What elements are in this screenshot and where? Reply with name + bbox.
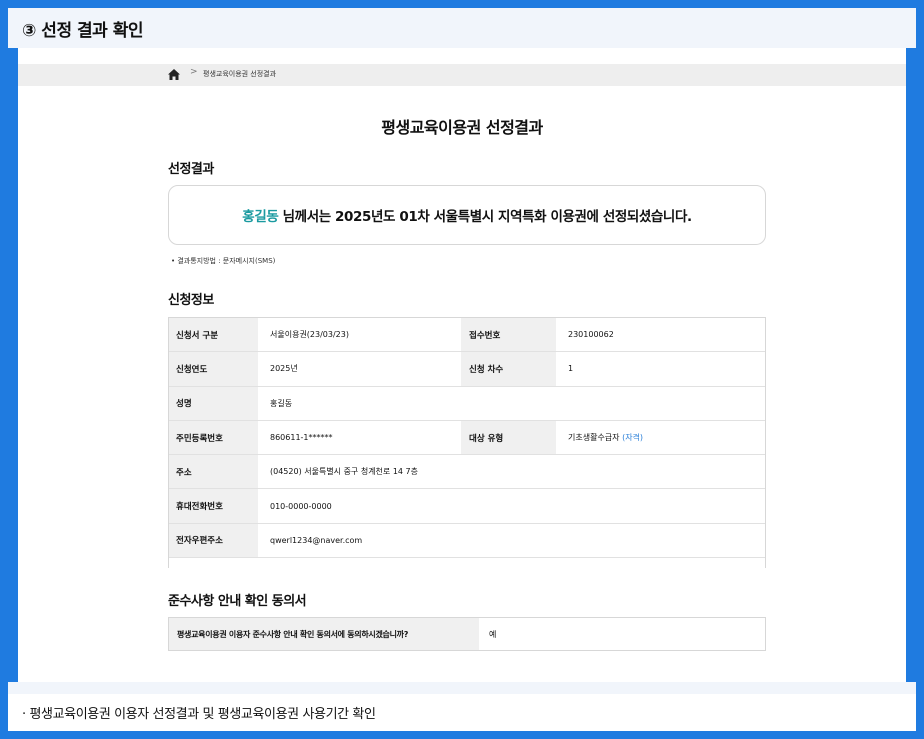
- row-label: 전자우편주소: [168, 523, 258, 559]
- row-label: 대상 유형: [461, 420, 556, 456]
- row-value: 서울이용권(23/03/23): [258, 317, 461, 353]
- table-row: 휴대전화번호 010-0000-0000: [168, 488, 766, 524]
- qualification-link[interactable]: (자격): [622, 433, 643, 442]
- home-icon[interactable]: [168, 69, 180, 80]
- row-label: 주소: [168, 454, 258, 490]
- row-label: 주민등록번호: [168, 420, 258, 456]
- target-type-cell: 기초생활수급자 (자격): [556, 420, 766, 456]
- row-label: 신청 차수: [461, 351, 556, 387]
- row-label: 성명: [168, 386, 258, 421]
- footer-bar: · 평생교육이용권 이용자 선정결과 및 평생교육이용권 사용기간 확인: [8, 694, 916, 731]
- footer-section: · 평생교육이용권 이용자 선정결과 및 평생교육이용권 사용기간 확인: [8, 682, 916, 731]
- target-type-value: 기초생활수급자: [568, 433, 620, 443]
- row-value: 860611-1******: [258, 420, 461, 456]
- result-message-box: 홍길동 님께서는 2025년도 01차 서울특별시 지역특화 이용권에 선정되셨…: [168, 185, 766, 245]
- breadcrumb: > 평생교육이용권 선정결과: [18, 64, 906, 86]
- applicant-name-highlight: 홍길동: [242, 209, 279, 225]
- row-value: 230100062: [556, 317, 766, 353]
- result-section-title: 선정결과: [168, 162, 214, 177]
- consent-table: 평생교육이용권 이용자 준수사항 안내 확인 동의서에 동의하시겠습니까? 예: [168, 617, 766, 651]
- page-title: 평생교육이용권 선정결과: [381, 118, 543, 137]
- notification-method: • 결과통지방법 : 문자메시지(SMS): [171, 257, 276, 265]
- table-row: 신청연도 2025년 신청 차수 1: [168, 351, 766, 387]
- row-value: 010-0000-0000: [258, 488, 766, 524]
- breadcrumb-current[interactable]: 평생교육이용권 선정결과: [203, 69, 276, 79]
- row-label: 신청서 구분: [168, 317, 258, 353]
- step-title: ③ 선정 결과 확인: [22, 20, 144, 41]
- page-content: > 평생교육이용권 선정결과 평생교육이용권 선정결과 선정결과 홍길동 님께서…: [18, 48, 906, 682]
- consent-answer: 예: [489, 629, 497, 639]
- row-label: 신청연도: [168, 351, 258, 387]
- row-label: 접수번호: [461, 317, 556, 353]
- application-section-title: 신청정보: [168, 293, 214, 308]
- row-value: 2025년: [258, 351, 461, 387]
- table-row: 주민등록번호 860611-1****** 대상 유형 기초생활수급자 (자격): [168, 420, 766, 456]
- table-row: 주소 (04520) 서울특별시 중구 청계천로 14 7층: [168, 454, 766, 490]
- breadcrumb-separator: >: [190, 67, 198, 77]
- table-row: 전자우편주소 qwerl1234@naver.com: [168, 523, 766, 559]
- row-value: 홍길동: [258, 386, 766, 421]
- result-message: 님께서는 2025년도 01차 서울특별시 지역특화 이용권에 선정되셨습니다.: [278, 209, 692, 225]
- footer-text: · 평생교육이용권 이용자 선정결과 및 평생교육이용권 사용기간 확인: [22, 707, 376, 722]
- table-row: 신청서 구분 서울이용권(23/03/23) 접수번호 230100062: [168, 317, 766, 353]
- table-row: 성명 홍길동: [168, 386, 766, 421]
- consent-section-title: 준수사항 안내 확인 동의서: [168, 594, 307, 609]
- row-value: 1: [556, 351, 766, 387]
- row-value: qwerl1234@naver.com: [258, 523, 766, 559]
- row-label: 휴대전화번호: [168, 488, 258, 524]
- row-value: (04520) 서울특별시 중구 청계천로 14 7층: [258, 454, 766, 490]
- step-header: ③ 선정 결과 확인: [8, 8, 916, 48]
- application-info-table: 신청서 구분 서울이용권(23/03/23) 접수번호 230100062 신청…: [168, 317, 766, 559]
- consent-question: 평생교육이용권 이용자 준수사항 안내 확인 동의서에 동의하시겠습니까?: [169, 618, 479, 650]
